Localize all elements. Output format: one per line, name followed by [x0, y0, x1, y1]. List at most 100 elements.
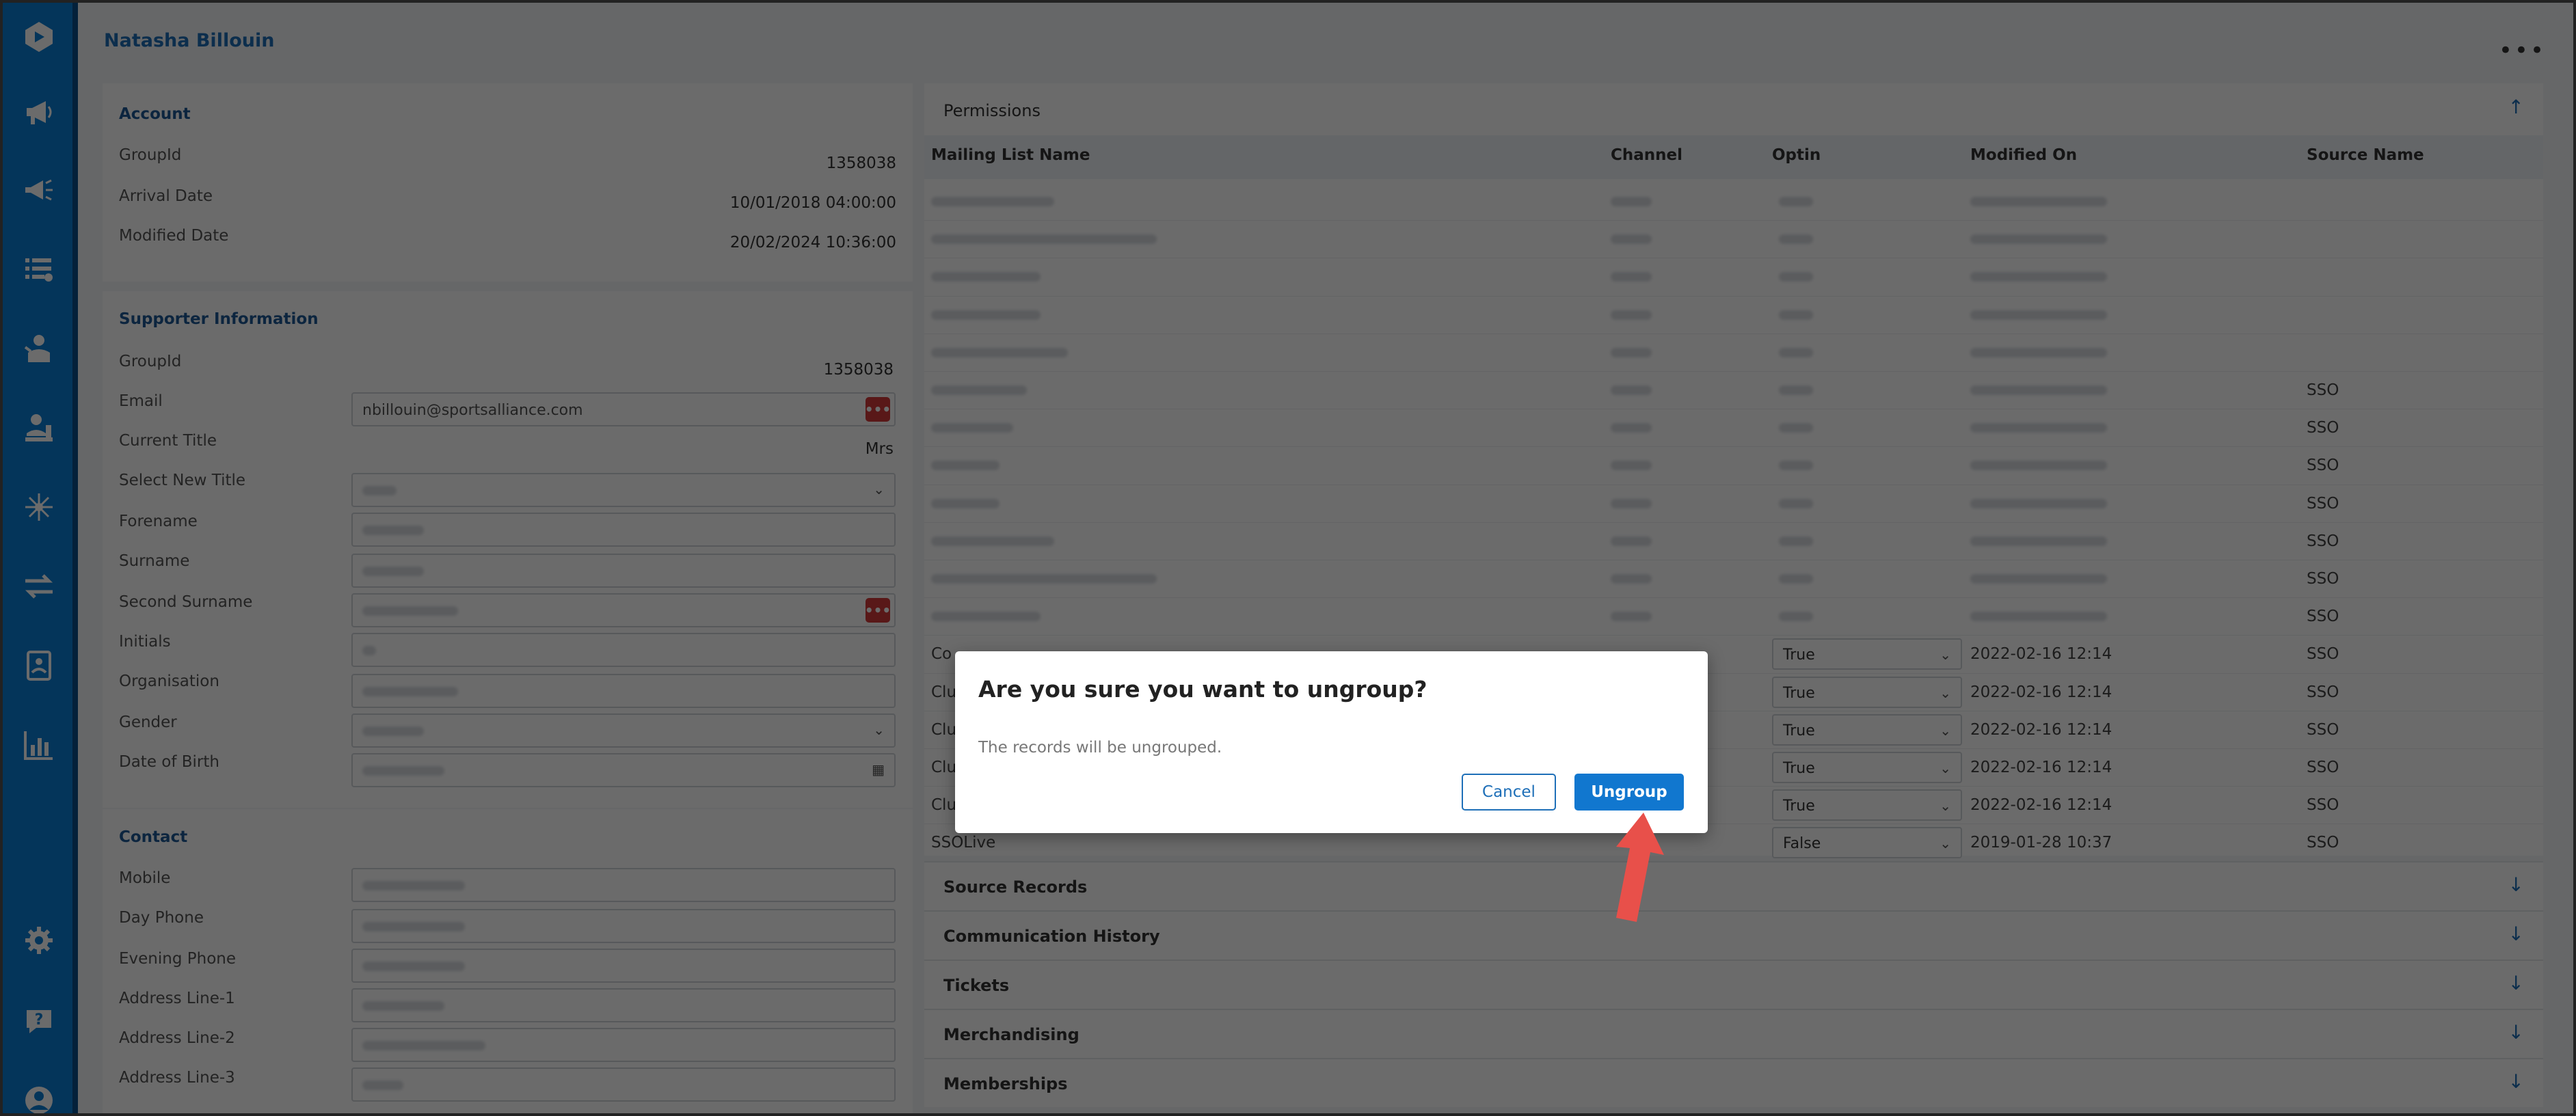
transfer-icon[interactable] [20, 567, 58, 605]
email-label: Email [119, 392, 163, 410]
second-surname-field[interactable]: ••• [351, 593, 896, 627]
expand-arrow-icon[interactable]: ↓ [2508, 923, 2524, 945]
person-name-heading: Natasha Billouin [104, 30, 275, 51]
table-row: SSO [924, 560, 2543, 599]
mailing-list-name: Clu [931, 796, 957, 815]
communication-history-section[interactable]: Communication History ↓ [924, 910, 2543, 960]
address-line-3-field[interactable] [351, 1067, 896, 1102]
optin-cell [1779, 272, 1813, 282]
current-title-value: Mrs [865, 440, 894, 458]
communication-history-title: Communication History [943, 927, 1160, 946]
lists-icon[interactable] [20, 250, 58, 288]
more-options-icon[interactable]: ••• [2499, 37, 2546, 64]
source-name-cell: SSO [2307, 419, 2339, 437]
memberships-section[interactable]: Memberships ↓ [924, 1058, 2543, 1107]
column-header-source-name[interactable]: Source Name [2307, 146, 2424, 164]
column-header-optin[interactable]: Optin [1772, 146, 1821, 164]
surname-label: Surname [119, 552, 190, 570]
optin-select[interactable]: True ⌄ [1772, 752, 1962, 783]
help-icon[interactable]: ? [20, 1002, 58, 1040]
tickets-section[interactable]: Tickets ↓ [924, 960, 2543, 1009]
modified-cell [1970, 272, 2107, 282]
modified-on-cell: 2019-01-28 10:37 [1970, 834, 2112, 852]
supporter-icon[interactable] [20, 329, 58, 368]
select-new-title-dropdown[interactable]: ⌄ [351, 473, 896, 507]
optin-value: True [1783, 647, 1815, 664]
modified-cell [1970, 574, 2107, 584]
expand-arrow-icon[interactable]: ↓ [2508, 972, 2524, 994]
expand-arrow-icon[interactable]: ↓ [2508, 873, 2524, 896]
network-icon[interactable] [20, 488, 58, 526]
chevron-down-icon: ⌄ [1940, 684, 1951, 701]
campaign-icon[interactable] [20, 171, 58, 209]
column-header-channel[interactable]: Channel [1611, 146, 1682, 164]
source-name-cell: SSO [2307, 532, 2339, 550]
megaphone-icon[interactable] [20, 93, 58, 131]
expand-arrow-icon[interactable]: ↓ [2508, 1070, 2524, 1093]
cancel-button[interactable]: Cancel [1462, 774, 1556, 811]
account-groupid-value: 1358038 [826, 154, 896, 172]
surname-field[interactable] [351, 554, 896, 588]
evening-phone-field[interactable] [351, 949, 896, 983]
supporter-groupid-label: GroupId [119, 353, 182, 370]
evening-phone-label: Evening Phone [119, 950, 236, 968]
contact-card: Contact Mobile Day Phone Evening Phone A… [103, 809, 913, 1113]
date-of-birth-field[interactable]: ▦ [351, 753, 896, 787]
source-records-section[interactable]: Source Records ↓ [924, 861, 2543, 910]
mobile-field[interactable] [351, 868, 896, 902]
modified-on-cell: 2022-02-16 12:14 [1970, 683, 2112, 701]
mailing-list-name: Clu [931, 720, 957, 739]
mailing-list-name [931, 310, 1041, 320]
dialog-message: The records will be ungrouped. [978, 739, 1222, 757]
second-surname-options-icon[interactable]: ••• [865, 598, 891, 623]
optin-cell [1779, 385, 1813, 395]
mailing-list-name [931, 461, 999, 471]
email-options-icon[interactable]: ••• [865, 397, 891, 422]
table-row [924, 297, 2543, 334]
gender-label: Gender [119, 713, 177, 731]
optin-select[interactable]: True ⌄ [1772, 713, 1962, 746]
column-header-mailing-list[interactable]: Mailing List Name [931, 146, 1090, 164]
logo-icon[interactable] [20, 18, 58, 56]
calendar-icon[interactable]: ▦ [872, 761, 885, 778]
user-icon[interactable] [20, 1081, 58, 1113]
account-card: Account GroupId 1358038 Arrival Date 10/… [103, 83, 913, 282]
column-header-modified-on[interactable]: Modified On [1970, 146, 2077, 164]
mailing-list-name: Clu [931, 683, 957, 701]
table-row: SSO [924, 372, 2543, 410]
mailing-list-name [931, 498, 999, 508]
channel-cell [1611, 197, 1652, 206]
day-phone-field[interactable] [351, 909, 896, 943]
optin-select[interactable]: True ⌄ [1772, 676, 1962, 708]
settings-icon[interactable] [20, 921, 58, 960]
optin-select[interactable]: False ⌄ [1772, 827, 1962, 859]
email-field[interactable]: nbillouin@sportsalliance.com ••• [351, 392, 896, 426]
person-desk-icon[interactable] [20, 409, 58, 447]
optin-value: True [1783, 722, 1815, 739]
table-row: SSO [924, 523, 2543, 560]
source-records-title: Source Records [943, 877, 1088, 897]
source-name-cell: SSO [2307, 834, 2339, 852]
ungroup-button[interactable]: Ungroup [1574, 774, 1684, 811]
chevron-down-icon: ⌄ [1940, 647, 1951, 664]
gender-dropdown[interactable]: ⌄ [351, 713, 896, 748]
chevron-down-icon: ⌄ [873, 481, 885, 498]
modified-cell [1970, 310, 2107, 320]
reports-icon[interactable] [20, 726, 58, 764]
collapse-arrow-icon[interactable]: ↑ [2508, 96, 2524, 118]
expand-arrow-icon[interactable]: ↓ [2508, 1021, 2524, 1044]
optin-select[interactable]: True ⌄ [1772, 638, 1962, 670]
contacts-icon[interactable] [20, 647, 58, 685]
optin-select[interactable]: True ⌄ [1772, 789, 1962, 821]
source-name-cell: SSO [2307, 759, 2339, 776]
merchandising-section[interactable]: Merchandising ↓ [924, 1009, 2543, 1058]
select-new-title-label: Select New Title [119, 472, 246, 489]
address-line-2-field[interactable] [351, 1028, 896, 1062]
forename-field[interactable] [351, 513, 896, 547]
address-line-1-field[interactable] [351, 988, 896, 1022]
modified-date-label: Modified Date [119, 227, 229, 245]
initials-field[interactable] [351, 633, 896, 667]
modified-cell [1970, 347, 2107, 357]
table-row: SSO [924, 485, 2543, 523]
organisation-field[interactable] [351, 674, 896, 708]
